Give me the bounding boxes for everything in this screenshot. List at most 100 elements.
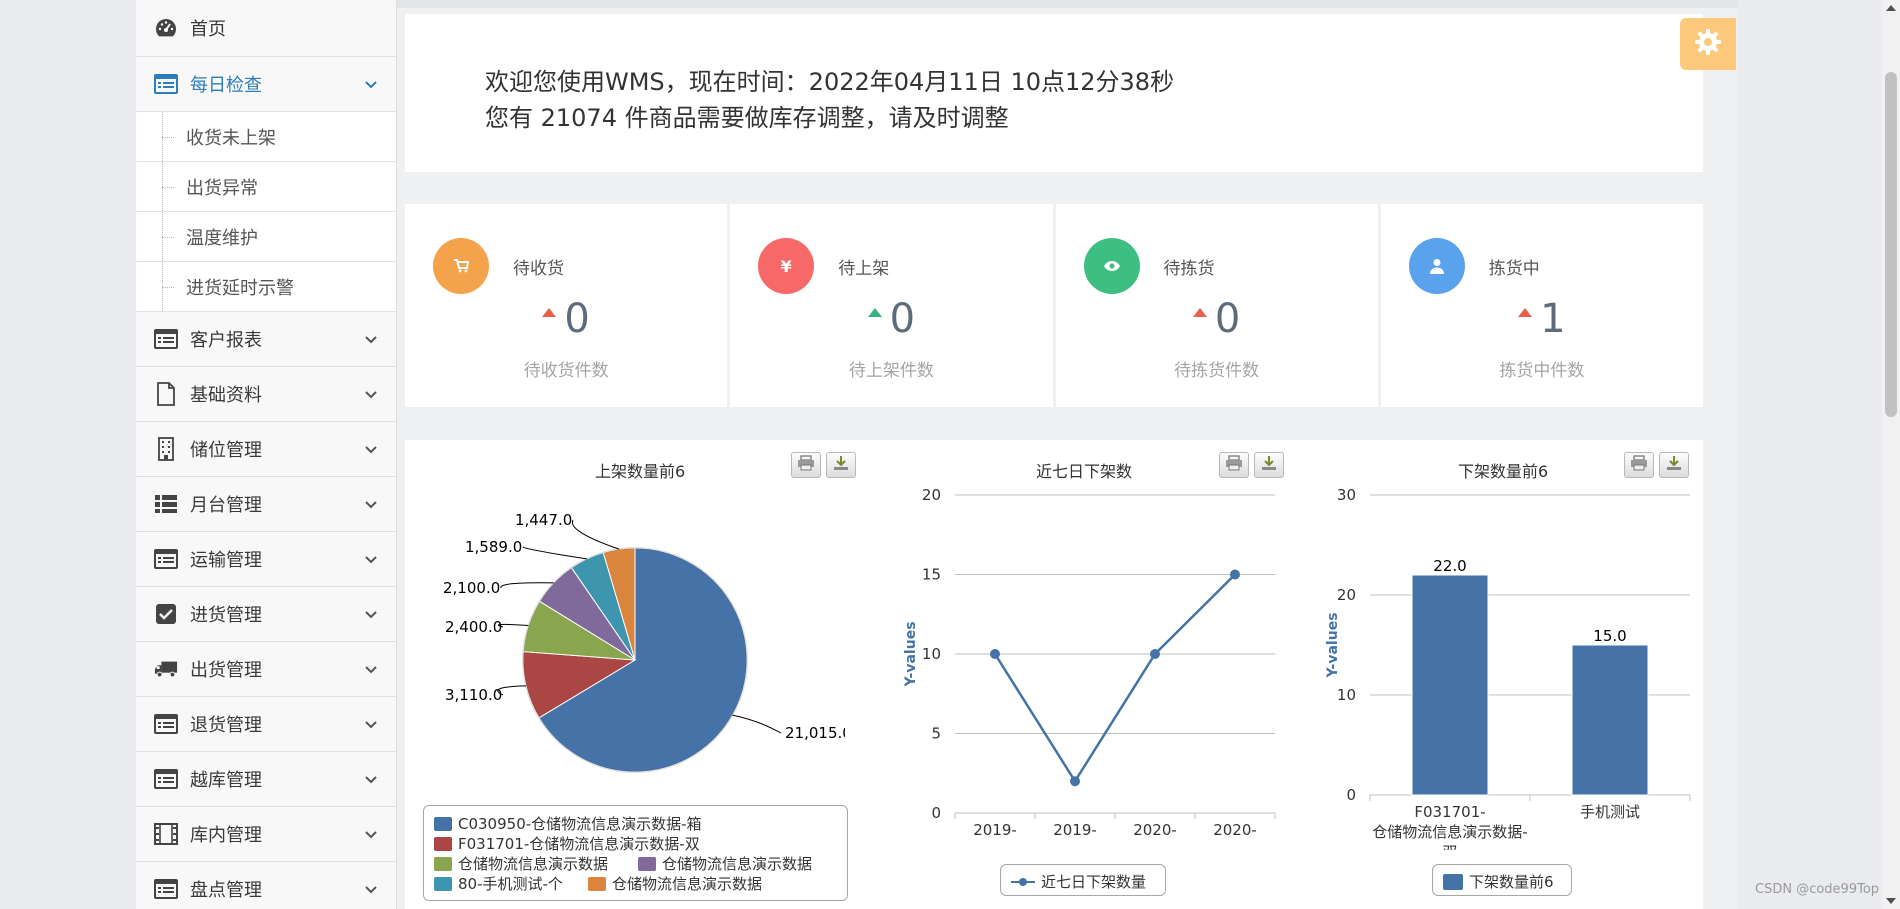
sidebar-item-return[interactable]: 退货管理 [136, 697, 396, 752]
scroll-thumb[interactable] [1885, 72, 1897, 417]
y-axis-label: Y-values [903, 621, 919, 687]
legend-swatch [434, 876, 452, 891]
sidebar-item-label: 客户报表 [190, 330, 262, 351]
list-icon [154, 327, 178, 351]
pie-data-label: 3,110.0 [445, 686, 502, 704]
pie-legend: C030950-仓储物流信息演示数据-箱 F031701-仓储物流信息演示数据-… [423, 805, 848, 901]
scroll-down-arrow-icon[interactable] [1886, 898, 1896, 904]
film-icon [154, 822, 178, 846]
trend-up-icon [1192, 308, 1207, 317]
pie-data-label: 1,447.0 [515, 511, 572, 529]
chevron-down-icon [364, 607, 378, 621]
stat-title: 待拣货 [1163, 259, 1215, 279]
settings-button[interactable] [1680, 18, 1736, 70]
sidebar-item-stocktake[interactable]: 盘点管理 [136, 862, 396, 909]
trend-up-icon [1518, 308, 1533, 317]
stat-title: 待上架 [838, 259, 890, 279]
stat-card-pending-pick[interactable]: 待拣货 0 待拣货件数 [1055, 204, 1378, 407]
sidebar-item-transport[interactable]: 运输管理 [136, 532, 396, 587]
data-point[interactable] [990, 649, 1000, 659]
legend-swatch [434, 816, 452, 831]
chevron-down-icon [364, 717, 378, 731]
y-tick-label: 30 [1337, 486, 1356, 504]
sidebar-subitem-delay-alert[interactable]: 进货延时示警 [136, 262, 396, 312]
series-line[interactable] [993, 573, 1236, 784]
legend-item[interactable]: 仓储物流信息演示数据 [588, 873, 762, 894]
x-tick-label: 2019- [1053, 821, 1097, 839]
sidebar-item-label: 储位管理 [190, 440, 262, 461]
cart-icon [433, 238, 489, 294]
pie-connector-line [571, 519, 620, 550]
sidebar-item-location[interactable]: 储位管理 [136, 422, 396, 477]
stat-value: 0 [1056, 296, 1378, 342]
chevron-down-icon [364, 387, 378, 401]
pie-connector-line [732, 714, 782, 734]
legend-item[interactable]: 下架数量前6 [1443, 871, 1554, 892]
data-point[interactable] [1070, 776, 1080, 787]
sidebar-item-label: 每日检查 [190, 75, 262, 96]
chevron-down-icon [364, 77, 378, 91]
x-tick-label: 2020- [1213, 821, 1257, 839]
scroll-up-arrow-icon[interactable] [1886, 5, 1896, 11]
data-point[interactable] [1150, 649, 1160, 659]
y-tick-label: 0 [931, 804, 941, 822]
stat-value: 0 [730, 296, 1052, 342]
legend-item[interactable]: 仓储物流信息演示数据 [638, 853, 812, 874]
legend-item[interactable]: 近七日下架数量 [1011, 871, 1146, 892]
legend-swatch [434, 856, 452, 871]
sidebar-item-warehouse[interactable]: 库内管理 [136, 807, 396, 862]
data-point[interactable] [1230, 569, 1240, 580]
x-tick-label: F031701- [1414, 803, 1485, 821]
user-icon [1408, 238, 1465, 294]
pie-data-label: 2,400.0 [445, 618, 502, 636]
legend-item[interactable]: 80-手机测试-个 [434, 873, 563, 894]
dashboard-icon [154, 16, 178, 40]
stat-card-pending-shelve[interactable]: ¥ 待上架 0 待上架件数 [730, 204, 1053, 407]
stat-caption: 待拣货件数 [1174, 361, 1260, 381]
sidebar-subitem-unshelved[interactable]: 收货未上架 [136, 112, 396, 162]
bar[interactable] [1411, 574, 1489, 796]
x-tick-label: 2020- [1133, 821, 1177, 839]
vertical-scrollbar[interactable] [1882, 0, 1900, 909]
stat-caption: 拣货中件数 [1499, 361, 1585, 381]
sidebar-subitem-shipping-exception[interactable]: 出货异常 [136, 162, 396, 212]
y-axis-label: Y-values [1325, 612, 1341, 678]
y-tick-label: 10 [1337, 686, 1356, 704]
y-tick-label: 5 [931, 725, 941, 743]
chevron-down-icon [364, 497, 378, 511]
sidebar-item-platform[interactable]: 月台管理 [136, 477, 396, 532]
sidebar-item-customer-report[interactable]: 客户报表 [136, 312, 396, 367]
legend-item[interactable]: 仓储物流信息演示数据 [434, 853, 608, 874]
sidebar-item-cross-dock[interactable]: 越库管理 [136, 752, 396, 807]
y-tick-label: 0 [1346, 786, 1356, 804]
bar[interactable] [1571, 644, 1649, 796]
chevron-down-icon [364, 662, 378, 676]
yen-icon: ¥ [758, 238, 815, 294]
sidebar: 首页 每日检查 收货未上架 出货异常 温度维护 进货延时示警 客户报表 基础资料… [136, 0, 397, 909]
stat-card-pending-receive[interactable]: 待收货 0 待收货件数 [405, 204, 728, 407]
legend-item[interactable]: C030950-仓储物流信息演示数据-箱 [434, 813, 702, 834]
chevron-down-icon [364, 332, 378, 346]
pie-data-label: 1,589.0 [465, 538, 522, 556]
sidebar-item-home[interactable]: 首页 [136, 0, 396, 57]
sidebar-item-label: 盘点管理 [190, 880, 262, 901]
stat-card-picking[interactable]: 拣货中 1 拣货中件数 [1380, 204, 1703, 407]
stat-value: 1 [1381, 296, 1703, 342]
y-tick-label: 20 [1337, 586, 1356, 604]
legend-line-marker [1011, 877, 1035, 886]
list-icon [154, 767, 178, 791]
y-tick-label: 15 [922, 566, 941, 584]
sidebar-item-label: 进货管理 [190, 605, 262, 626]
chevron-down-icon [364, 772, 378, 786]
stat-value: 0 [405, 296, 727, 342]
sidebar-item-basic-data[interactable]: 基础资料 [136, 367, 396, 422]
legend-item[interactable]: F031701-仓储物流信息演示数据-双 [434, 833, 700, 854]
sidebar-item-inbound[interactable]: 进货管理 [136, 587, 396, 642]
sidebar-item-label: 库内管理 [190, 825, 262, 846]
th-list-icon [154, 492, 178, 516]
sidebar-subitem-label: 出货异常 [186, 177, 258, 199]
sidebar-item-daily-check[interactable]: 每日检查 [136, 57, 396, 112]
bar-data-label: 15.0 [1593, 627, 1626, 645]
sidebar-item-outbound[interactable]: 出货管理 [136, 642, 396, 697]
sidebar-subitem-temperature[interactable]: 温度维护 [136, 212, 396, 262]
